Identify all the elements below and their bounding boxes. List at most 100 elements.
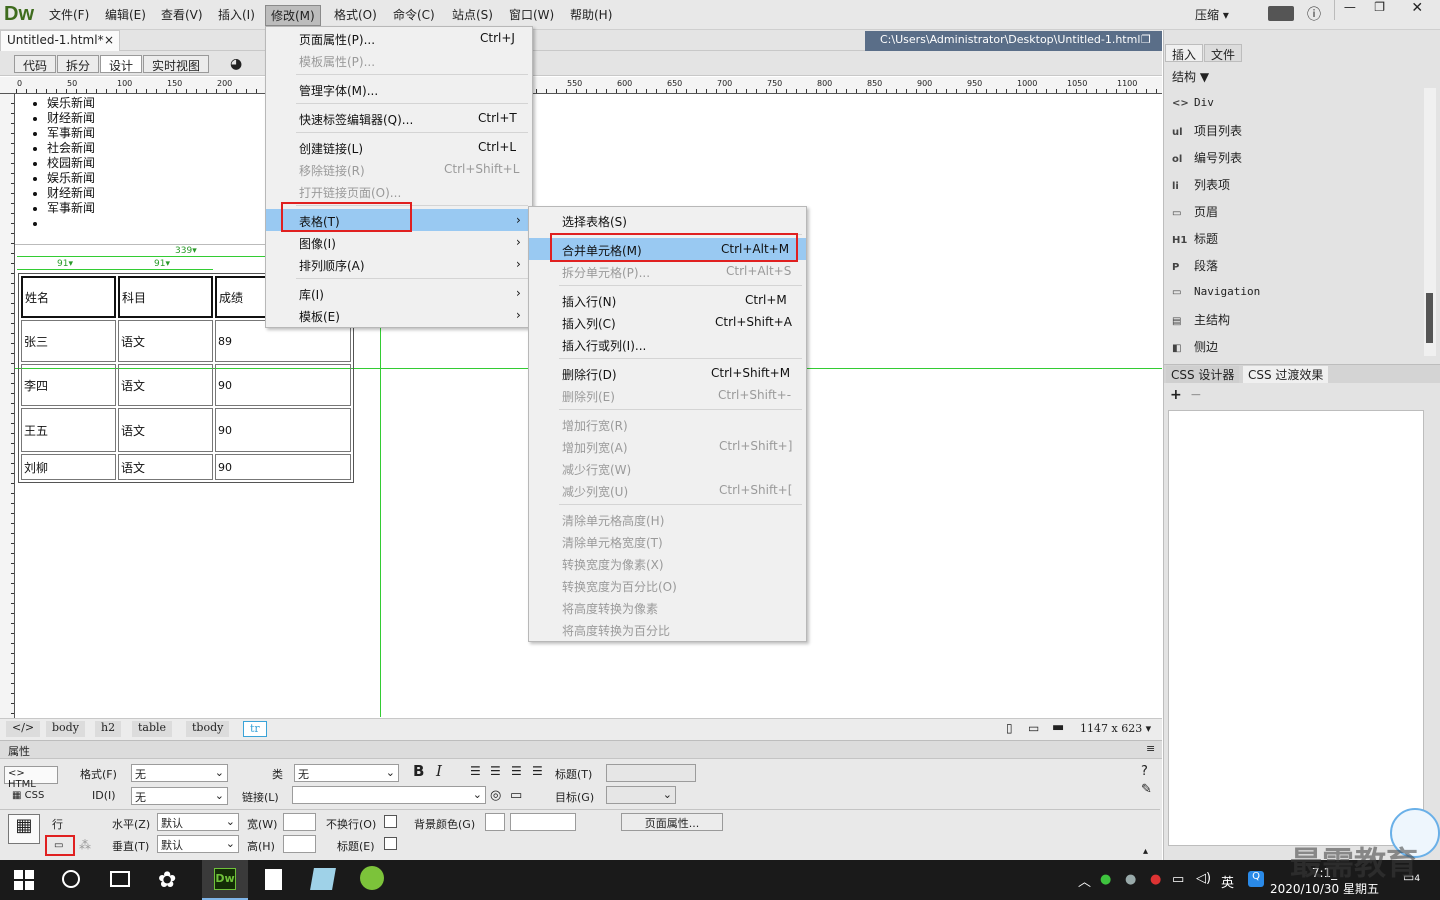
close-window-button[interactable]: ✕: [1394, 0, 1440, 20]
menu-item-image[interactable]: 图像(I) ›: [266, 231, 532, 253]
table-row[interactable]: 李四 语文 90: [21, 364, 351, 406]
scrollbar-thumb[interactable]: [1426, 293, 1433, 343]
code-view-button[interactable]: 代码: [14, 55, 57, 73]
tab-insert[interactable]: 插入: [1165, 44, 1204, 62]
color-swatch-button[interactable]: [485, 813, 505, 831]
task-view-icon[interactable]: [110, 871, 130, 887]
ordered-list-icon[interactable]: ☰: [490, 764, 501, 778]
outdent-icon[interactable]: ☰: [511, 764, 522, 778]
menu-insert[interactable]: 插入(I): [218, 6, 255, 23]
split-view-button[interactable]: 拆分: [57, 55, 100, 73]
width-field[interactable]: [283, 813, 316, 831]
tab-css-designer[interactable]: CSS 设计器: [1166, 366, 1240, 383]
insert-header[interactable]: ▭ 页眉: [1172, 203, 1218, 220]
indent-icon[interactable]: ☰: [532, 764, 543, 778]
tag-body[interactable]: body: [46, 721, 85, 737]
list-item[interactable]: 军事新闻: [47, 126, 95, 141]
scrollbar[interactable]: [1424, 88, 1436, 356]
menu-item-convert-widths-pixels[interactable]: 转换宽度为像素(X): [529, 552, 806, 574]
menu-view[interactable]: 查看(V): [161, 6, 203, 23]
menu-item-clear-cell-widths[interactable]: 清除单元格宽度(T): [529, 530, 806, 552]
menu-item-open-linked-page[interactable]: 打开链接页面(O)...: [266, 180, 532, 202]
point-to-file-icon[interactable]: ◎: [490, 788, 501, 803]
list-item[interactable]: 娱乐新闻: [47, 171, 95, 186]
insert-navigation[interactable]: ▭ Navigation: [1172, 284, 1260, 298]
menu-item-templates[interactable]: 模板(E) ›: [266, 304, 532, 326]
table-cell[interactable]: 李四: [21, 364, 116, 406]
ime-indicator[interactable]: 英: [1221, 872, 1234, 891]
insert-paragraph[interactable]: P 段落: [1172, 257, 1218, 274]
menu-modify[interactable]: 修改(M): [265, 5, 321, 26]
table-row[interactable]: 刘柳 语文 90: [21, 454, 351, 480]
menu-item-select-table[interactable]: 选择表格(S): [529, 209, 806, 231]
menu-item-insert-row[interactable]: 插入行(N) Ctrl+M: [529, 289, 806, 311]
menu-item-insert-rows-or-columns[interactable]: 插入行或列(I)...: [529, 333, 806, 355]
table-cell[interactable]: 王五: [21, 408, 116, 452]
mobile-size-icon[interactable]: ▯: [1006, 721, 1013, 735]
id-select[interactable]: 无 ⌄: [131, 787, 228, 805]
insert-aside[interactable]: ◧ 侧边: [1172, 338, 1218, 355]
html-mode-button[interactable]: <> HTML: [4, 766, 58, 790]
menu-item-delete-row[interactable]: 删除行(D) Ctrl+Shift+M: [529, 362, 806, 384]
code-navigator-button[interactable]: </>: [6, 721, 41, 737]
menu-site[interactable]: 站点(S): [452, 6, 493, 23]
document-tab[interactable]: Untitled-1.html* ×: [0, 30, 120, 51]
tag-tbody[interactable]: tbody: [186, 721, 230, 737]
list-item[interactable]: 娱乐新闻: [47, 96, 95, 111]
file-app-icon[interactable]: [265, 869, 282, 890]
sync-settings-icon[interactable]: [1268, 6, 1294, 21]
insert-heading[interactable]: H1 标题: [1172, 230, 1218, 247]
menu-edit[interactable]: 编辑(E): [105, 6, 146, 23]
menu-help[interactable]: 帮助(H): [570, 6, 612, 23]
menu-item-remove-link[interactable]: 移除链接(R) Ctrl+Shift+L: [266, 158, 532, 180]
list-item[interactable]: 财经新闻: [47, 186, 95, 201]
insert-div[interactable]: <> Div: [1172, 95, 1214, 109]
browse-folder-icon[interactable]: ▭: [510, 788, 522, 803]
menu-item-increase-column-span[interactable]: 增加列宽(A) Ctrl+Shift+]: [529, 435, 806, 457]
close-tab-icon[interactable]: ×: [104, 33, 114, 47]
menu-item-template-properties[interactable]: 模板属性(P)...: [266, 49, 532, 71]
menu-item-library[interactable]: 库(I) ›: [266, 282, 532, 304]
float-icon[interactable]: ❐: [1141, 33, 1151, 46]
menu-item-manage-fonts[interactable]: 管理字体(M)...: [266, 78, 532, 100]
table-cell[interactable]: 90: [215, 408, 351, 452]
tab-css-transitions[interactable]: CSS 过渡效果: [1243, 366, 1329, 383]
qq-icon[interactable]: Q: [1248, 871, 1264, 887]
windows-start-icon[interactable]: [14, 870, 34, 890]
link-field[interactable]: ⌄: [292, 786, 486, 804]
remove-icon[interactable]: −: [1190, 387, 1202, 403]
vert-select[interactable]: 默认 ⌄: [157, 835, 239, 853]
insert-main[interactable]: ▤ 主结构: [1172, 311, 1230, 328]
melon-app-icon[interactable]: [360, 866, 384, 890]
menu-commands[interactable]: 命令(C): [393, 6, 435, 23]
help-icon[interactable]: ?: [1141, 764, 1148, 779]
menu-item-convert-heights-percent[interactable]: 将高度转换为百分比: [529, 618, 806, 640]
class-select[interactable]: 无 ⌄: [294, 764, 399, 782]
menu-window[interactable]: 窗口(W): [509, 6, 554, 23]
tablet-size-icon[interactable]: ▭: [1028, 721, 1039, 735]
table-cell[interactable]: 科目: [118, 276, 213, 318]
italic-button[interactable]: I: [436, 762, 442, 780]
menu-item-split-cell[interactable]: 拆分单元格(P)... Ctrl+Alt+S: [529, 260, 806, 282]
table-cell[interactable]: 语文: [118, 364, 213, 406]
menu-item-clear-cell-heights[interactable]: 清除单元格高度(H): [529, 508, 806, 530]
bold-button[interactable]: B: [413, 762, 424, 780]
browser-preview-icon[interactable]: ◕: [230, 56, 242, 72]
window-size-dropdown[interactable]: 1147 x 623 ▾: [1080, 722, 1151, 735]
css-transitions-list[interactable]: [1168, 410, 1424, 846]
table-cell[interactable]: 张三: [21, 320, 116, 362]
design-view-button[interactable]: 设计: [100, 55, 143, 73]
help-icon[interactable]: ⓘ: [1307, 4, 1321, 24]
news-list[interactable]: 娱乐新闻 财经新闻 军事新闻 社会新闻 校园新闻 娱乐新闻 财经新闻 军事新闻: [47, 96, 95, 231]
list-item[interactable]: 校园新闻: [47, 156, 95, 171]
collapse-icon[interactable]: ▴: [1143, 846, 1148, 857]
insert-ordered-list[interactable]: ol 编号列表: [1172, 149, 1242, 166]
target-select[interactable]: ⌄: [606, 786, 676, 804]
menu-item-convert-widths-percent[interactable]: 转换宽度为百分比(O): [529, 574, 806, 596]
unordered-list-icon[interactable]: ☰: [470, 764, 481, 778]
menu-format[interactable]: 格式(O): [334, 6, 377, 23]
page-properties-button[interactable]: 页面属性...: [621, 813, 723, 831]
network-icon[interactable]: ▭: [1172, 872, 1184, 887]
tray-expand-icon[interactable]: ︿: [1078, 871, 1091, 890]
tag-h2[interactable]: h2: [95, 721, 122, 737]
